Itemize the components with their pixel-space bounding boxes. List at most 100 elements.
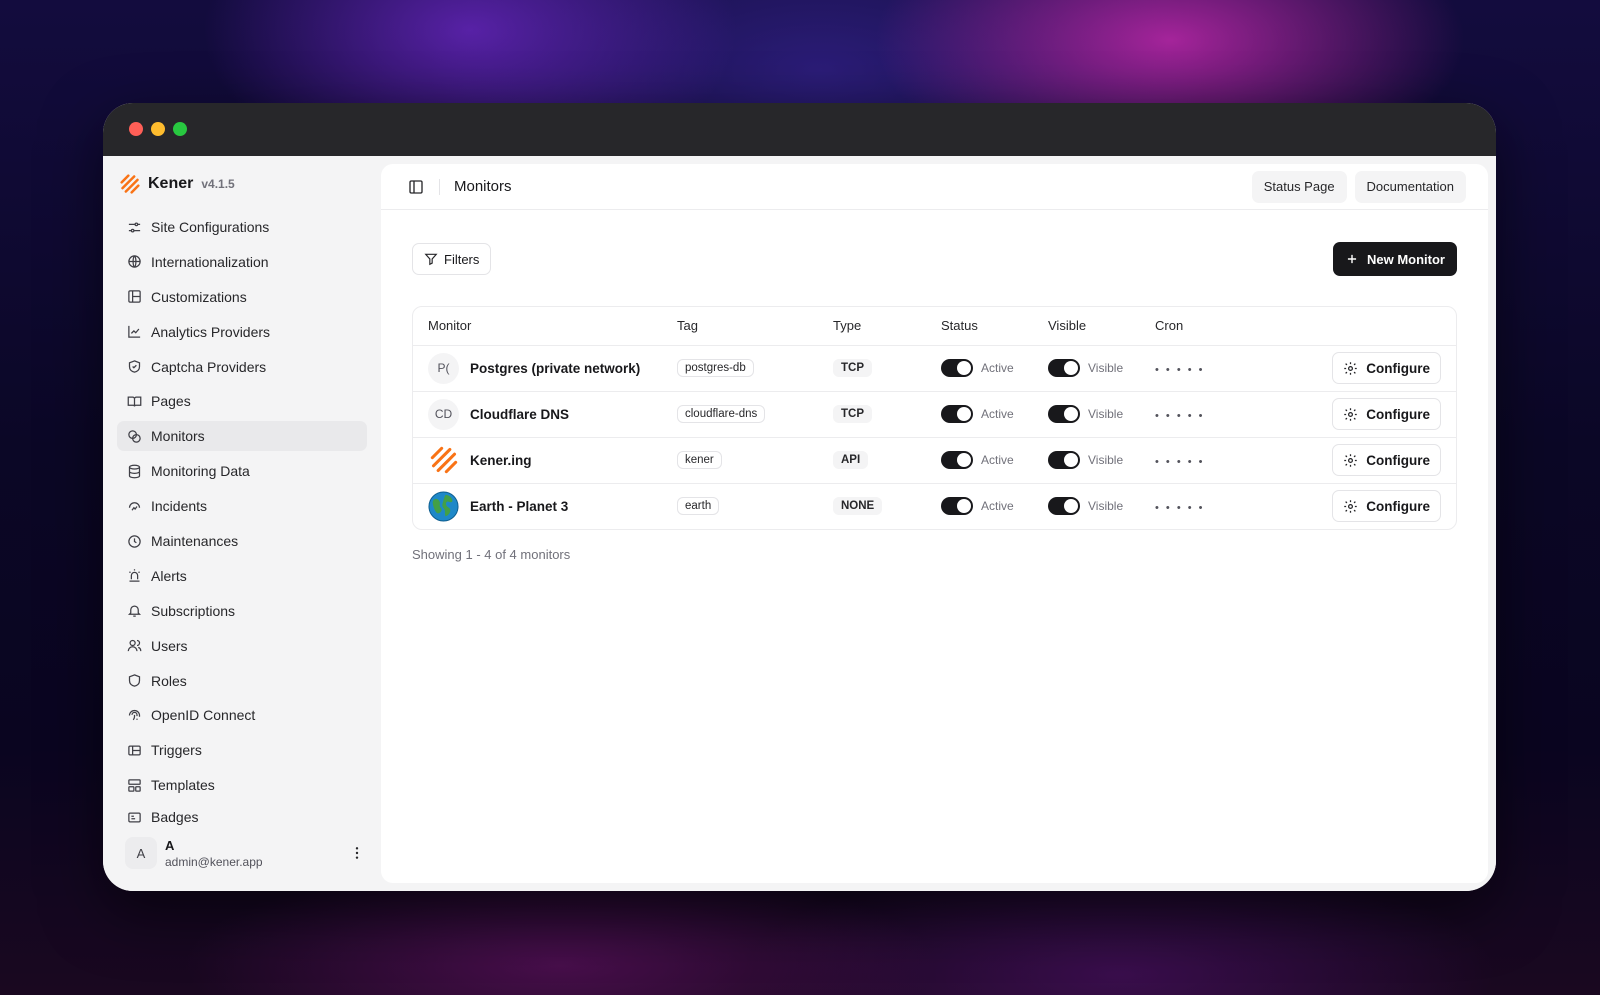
- visible-toggle[interactable]: [1048, 405, 1080, 423]
- column-header-visible: Visible: [1048, 307, 1155, 346]
- chart-line-icon: [126, 324, 142, 340]
- sidebar-item-maintenances[interactable]: Maintenances: [117, 526, 367, 556]
- sidebar-item-label: Pages: [151, 393, 191, 410]
- sidebar-item-incidents[interactable]: Incidents: [117, 491, 367, 521]
- brand[interactable]: Kener v4.1.5: [117, 156, 367, 212]
- sidebar-nav: Site Configurations Internationalization…: [117, 212, 367, 825]
- configure-button[interactable]: Configure: [1332, 398, 1441, 430]
- sidebar-item-label: Incidents: [151, 498, 208, 515]
- configure-label: Configure: [1366, 498, 1430, 514]
- visible-toggle[interactable]: [1048, 451, 1080, 469]
- sidebar-item-triggers[interactable]: Triggers: [117, 735, 367, 765]
- panel-left-icon[interactable]: [405, 176, 427, 198]
- column-header-monitor: Monitor: [413, 307, 677, 346]
- shield-check-icon: [126, 359, 142, 375]
- siren-icon: [126, 568, 142, 584]
- database-icon: [126, 463, 142, 479]
- close-window-button[interactable]: [129, 122, 143, 136]
- sidebar-item-captcha-providers[interactable]: Captcha Providers: [117, 352, 367, 382]
- sidebar-item-label: Internationalization: [151, 253, 269, 270]
- sidebar-item-label: Templates: [151, 777, 215, 794]
- main-panel: Monitors Status Page Documentation Filte…: [381, 164, 1488, 883]
- sidebar-item-openid-connect[interactable]: OpenID Connect: [117, 700, 367, 730]
- sidebar-item-label: Monitors: [151, 428, 205, 445]
- gear-icon: [1344, 500, 1357, 513]
- documentation-button[interactable]: Documentation: [1354, 170, 1466, 203]
- fingerprint-icon: [126, 707, 142, 723]
- configure-label: Configure: [1366, 360, 1430, 376]
- sidebar-item-label: Triggers: [151, 742, 202, 759]
- sidebar-item-label: Analytics Providers: [151, 323, 271, 340]
- table-row: Earth - Planet 3 earth NONE Active Visib…: [413, 483, 1456, 529]
- sidebar-item-subscriptions[interactable]: Subscriptions: [117, 596, 367, 626]
- maximize-window-button[interactable]: [173, 122, 187, 136]
- tag-badge: postgres-db: [677, 359, 754, 377]
- sidebar-item-roles[interactable]: Roles: [117, 666, 367, 696]
- sidebar-item-pages[interactable]: Pages: [117, 386, 367, 416]
- monitor-name: Kener.ing: [470, 452, 532, 468]
- top-bar: Monitors Status Page Documentation: [381, 164, 1488, 210]
- type-badge: API: [833, 451, 869, 469]
- sidebar-item-alerts[interactable]: Alerts: [117, 561, 367, 591]
- plus-icon: [1347, 254, 1357, 264]
- monitors-table: Monitor Tag Type Status Visible Cron P(…: [412, 306, 1457, 530]
- user-menu[interactable]: A A admin@kener.app: [117, 829, 367, 877]
- table-row: Kener.ing kener API Active Visible • • •…: [413, 437, 1456, 484]
- visible-toggle[interactable]: [1048, 497, 1080, 516]
- column-header-type: Type: [833, 307, 941, 346]
- filters-button[interactable]: Filters: [412, 243, 492, 275]
- sidebar-item-label: Roles: [151, 672, 187, 689]
- type-badge: NONE: [833, 497, 883, 516]
- brand-name: Kener: [148, 175, 194, 192]
- sidebar-item-site-configurations[interactable]: Site Configurations: [117, 212, 367, 242]
- status-toggle[interactable]: [941, 451, 973, 469]
- layout-icon: [126, 289, 142, 305]
- sidebar-item-label: Alerts: [151, 567, 187, 584]
- configure-button[interactable]: Configure: [1332, 444, 1441, 476]
- monitor-avatar: CD: [428, 398, 459, 430]
- configure-button[interactable]: Configure: [1332, 490, 1441, 523]
- shield-icon: [126, 673, 142, 689]
- users-icon: [126, 638, 142, 654]
- monitors-icon: [126, 428, 142, 444]
- sidebar-item-monitors[interactable]: Monitors: [117, 421, 367, 452]
- sidebar-item-label: Captcha Providers: [151, 358, 267, 375]
- webhook-icon: [126, 742, 142, 758]
- sidebar-item-users[interactable]: Users: [117, 631, 367, 661]
- type-badge: TCP: [833, 359, 872, 377]
- title-bar: [103, 103, 1496, 156]
- status-label: Active: [981, 361, 1014, 375]
- sidebar-item-badges[interactable]: Badges: [117, 805, 367, 825]
- cron-value: • • • • •: [1155, 455, 1205, 468]
- status-toggle[interactable]: [941, 359, 973, 377]
- clock-icon: [126, 533, 142, 549]
- status-toggle[interactable]: [941, 405, 973, 423]
- sidebar-item-internationalization[interactable]: Internationalization: [117, 247, 367, 277]
- sidebar-item-label: Subscriptions: [151, 602, 236, 619]
- sidebar-item-analytics-providers[interactable]: Analytics Providers: [117, 317, 367, 347]
- visible-toggle[interactable]: [1048, 359, 1080, 377]
- sidebar-item-customizations[interactable]: Customizations: [117, 282, 367, 312]
- status-page-button[interactable]: Status Page: [1251, 170, 1347, 203]
- cron-value: • • • • •: [1155, 409, 1205, 422]
- status-toggle[interactable]: [941, 497, 973, 516]
- sidebar: Kener v4.1.5 Site Configurations Interna…: [103, 156, 381, 891]
- sidebar-item-monitoring-data[interactable]: Monitoring Data: [117, 456, 367, 486]
- status-label: Active: [981, 407, 1014, 421]
- book-open-icon: [126, 393, 142, 409]
- sidebar-item-templates[interactable]: Templates: [117, 770, 367, 800]
- visible-label: Visible: [1088, 407, 1124, 421]
- page-title: Monitors: [454, 178, 512, 195]
- incident-icon: [126, 498, 142, 514]
- monitor-name: Cloudflare DNS: [470, 406, 570, 422]
- brand-version: v4.1.5: [201, 177, 235, 191]
- more-vertical-icon[interactable]: [347, 841, 367, 865]
- configure-button[interactable]: Configure: [1332, 352, 1441, 384]
- cron-value: • • • • •: [1155, 363, 1205, 376]
- minimize-window-button[interactable]: [151, 122, 165, 136]
- column-header-tag: Tag: [677, 307, 833, 346]
- filter-icon: [424, 253, 438, 266]
- user-name: A: [165, 837, 175, 853]
- new-monitor-button[interactable]: New Monitor: [1333, 242, 1457, 276]
- monitor-name: Earth - Planet 3: [470, 498, 569, 514]
